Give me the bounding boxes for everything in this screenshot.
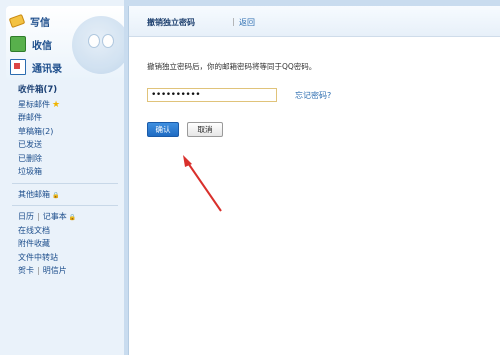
page-title: 撤销独立密码	[147, 18, 195, 27]
divider	[12, 182, 118, 184]
sidebar-item-inbox[interactable]: 收件箱(7)	[6, 84, 124, 98]
sidebar: 写信 收信 通讯录 收件箱(7) 星标邮件 ★ 群邮件 草稿箱(2) 已发送 已删…	[0, 0, 124, 355]
folder-nav: 收件箱(7) 星标邮件 ★ 群邮件 草稿箱(2) 已发送 已删除 垃圾箱 其他邮箱…	[6, 84, 124, 278]
sidebar-item-cards: 贺卡 | 明信片	[6, 264, 124, 278]
postcards-link[interactable]: 明信片	[43, 266, 67, 275]
separator: |	[37, 266, 40, 275]
notes-link[interactable]: 记事本	[43, 212, 67, 221]
header-separator: |	[232, 17, 235, 26]
sidebar-item-other-mailbox[interactable]: 其他邮箱 🔒	[6, 188, 124, 202]
lock-icon: 🔒	[68, 214, 77, 221]
sidebar-item-sent[interactable]: 已发送	[6, 138, 124, 152]
address-book-icon	[10, 59, 26, 75]
password-field[interactable]: ••••••••••	[147, 88, 277, 102]
calendar-link[interactable]: 日历	[18, 212, 34, 221]
other-mailbox-label: 其他邮箱	[18, 189, 50, 199]
compose-button[interactable]: 写信	[8, 13, 50, 29]
sidebar-item-starred[interactable]: 星标邮件 ★	[6, 98, 124, 112]
back-link[interactable]: 返回	[239, 17, 255, 28]
cancel-button[interactable]: 取消	[187, 122, 223, 137]
forgot-password-link[interactable]: 忘记密码?	[295, 90, 331, 101]
divider	[12, 205, 118, 206]
sidebar-item-spam[interactable]: 垃圾箱	[6, 165, 124, 179]
contacts-button[interactable]: 通讯录	[10, 59, 62, 75]
starred-label: 星标邮件	[18, 99, 50, 109]
compose-label: 写信	[30, 17, 50, 29]
cards-link[interactable]: 贺卡	[18, 266, 34, 275]
notice-text: 撤销独立密码后，你的邮箱密码将等同于QQ密码。	[147, 62, 317, 71]
sidebar-item-drafts[interactable]: 草稿箱(2)	[6, 125, 124, 139]
sidebar-item-group[interactable]: 群邮件	[6, 111, 124, 125]
inbox-icon	[10, 36, 26, 52]
main-panel: 撤销独立密码 | 返回 撤销独立密码后，你的邮箱密码将等同于QQ密码。 ••••…	[128, 6, 500, 355]
sidebar-item-attachments[interactable]: 附件收藏	[6, 237, 124, 251]
sidebar-item-file-transfer[interactable]: 文件中转站	[6, 251, 124, 265]
lock-icon: 🔒	[52, 191, 60, 199]
page-header: 撤销独立密码 | 返回	[129, 6, 500, 37]
pencil-icon	[8, 13, 26, 29]
penguin-decoration-icon	[72, 16, 124, 74]
contacts-label: 通讯录	[32, 63, 62, 75]
separator: |	[37, 212, 40, 221]
receive-button[interactable]: 收信	[10, 36, 52, 52]
receive-label: 收信	[32, 40, 52, 52]
sidebar-item-deleted[interactable]: 已删除	[6, 152, 124, 166]
star-icon: ★	[52, 99, 61, 110]
sidebar-item-docs[interactable]: 在线文档	[6, 224, 124, 238]
confirm-button[interactable]: 确认	[147, 122, 179, 137]
sidebar-item-calendar-notes: 日历 | 记事本 🔒	[6, 210, 124, 224]
